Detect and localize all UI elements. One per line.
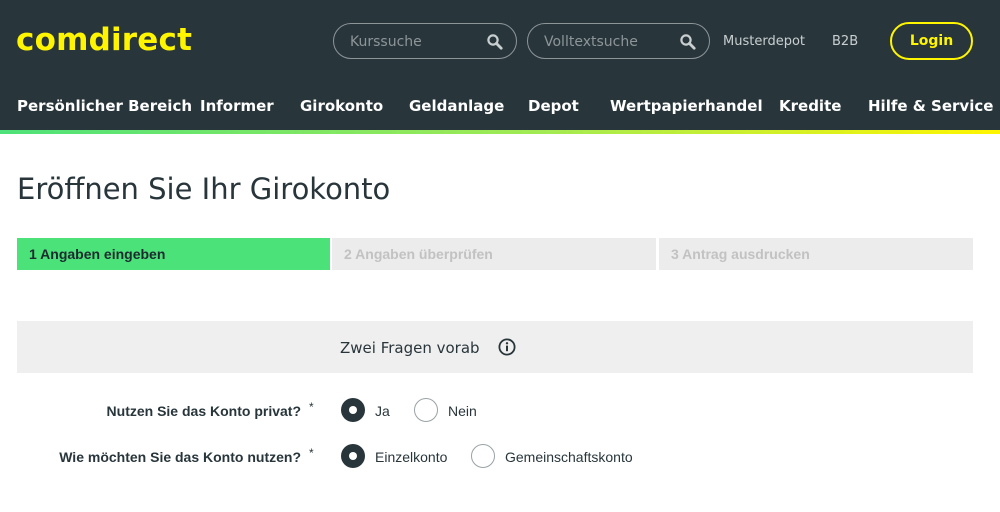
brand-gradient-stripe — [0, 130, 1000, 134]
page-title: Eröffnen Sie Ihr Girokonto — [17, 172, 391, 206]
nav-item-geldanlage[interactable]: Geldanlage — [409, 97, 504, 115]
nav-item-persoenlicher-bereich[interactable]: Persönlicher Bereich — [17, 97, 192, 115]
nav-item-informer[interactable]: Informer — [200, 97, 274, 115]
volltextsuche-search-field[interactable]: Volltextsuche — [527, 23, 710, 59]
radio-label-ja[interactable]: Ja — [375, 403, 390, 419]
required-marker: * — [309, 400, 314, 414]
comdirect-logo[interactable]: comdirect — [16, 22, 192, 58]
radio-label-gemeinschaftskonto[interactable]: Gemeinschaftskonto — [505, 449, 633, 465]
info-icon[interactable] — [498, 338, 516, 356]
b2b-link[interactable]: B2B — [832, 34, 858, 49]
section-title: Zwei Fragen vorab — [340, 339, 480, 357]
question-nutzung-label: Wie möchten Sie das Konto nutzen? — [59, 449, 301, 465]
kurssuche-search-field[interactable]: Kurssuche — [333, 23, 517, 59]
step-3-antrag-ausdrucken: 3 Antrag ausdrucken — [659, 238, 973, 270]
main-navigation: Persönlicher Bereich Informer Girokonto … — [0, 84, 1000, 130]
top-header: comdirect Kurssuche Volltextsuche Muster… — [0, 0, 1000, 84]
step-1-angaben-eingeben: 1 Angaben eingeben — [17, 238, 330, 270]
radio-nutzung-gemeinschaftskonto[interactable] — [471, 444, 495, 468]
radio-nutzung-einzelkonto[interactable] — [341, 444, 365, 468]
nav-item-depot[interactable]: Depot — [528, 97, 579, 115]
question-privat-label: Nutzen Sie das Konto privat? — [106, 403, 301, 419]
nav-item-hilfe-service[interactable]: Hilfe & Service — [868, 97, 993, 115]
nav-item-kredite[interactable]: Kredite — [779, 97, 841, 115]
radio-label-nein[interactable]: Nein — [448, 403, 477, 419]
volltextsuche-placeholder[interactable]: Volltextsuche — [544, 34, 638, 50]
nav-item-girokonto[interactable]: Girokonto — [300, 97, 383, 115]
kurssuche-placeholder[interactable]: Kurssuche — [350, 34, 422, 50]
search-icon[interactable] — [486, 33, 504, 51]
radio-privat-ja[interactable] — [341, 398, 365, 422]
required-marker: * — [309, 446, 314, 460]
musterdepot-link[interactable]: Musterdepot — [723, 34, 805, 49]
step-2-angaben-ueberpruefen: 2 Angaben überprüfen — [332, 238, 656, 270]
section-header: Zwei Fragen vorab — [17, 321, 973, 373]
radio-label-einzelkonto[interactable]: Einzelkonto — [375, 449, 447, 465]
login-button[interactable]: Login — [890, 22, 973, 60]
radio-privat-nein[interactable] — [414, 398, 438, 422]
search-icon[interactable] — [679, 33, 697, 51]
nav-item-wertpapierhandel[interactable]: Wertpapierhandel — [610, 97, 763, 115]
